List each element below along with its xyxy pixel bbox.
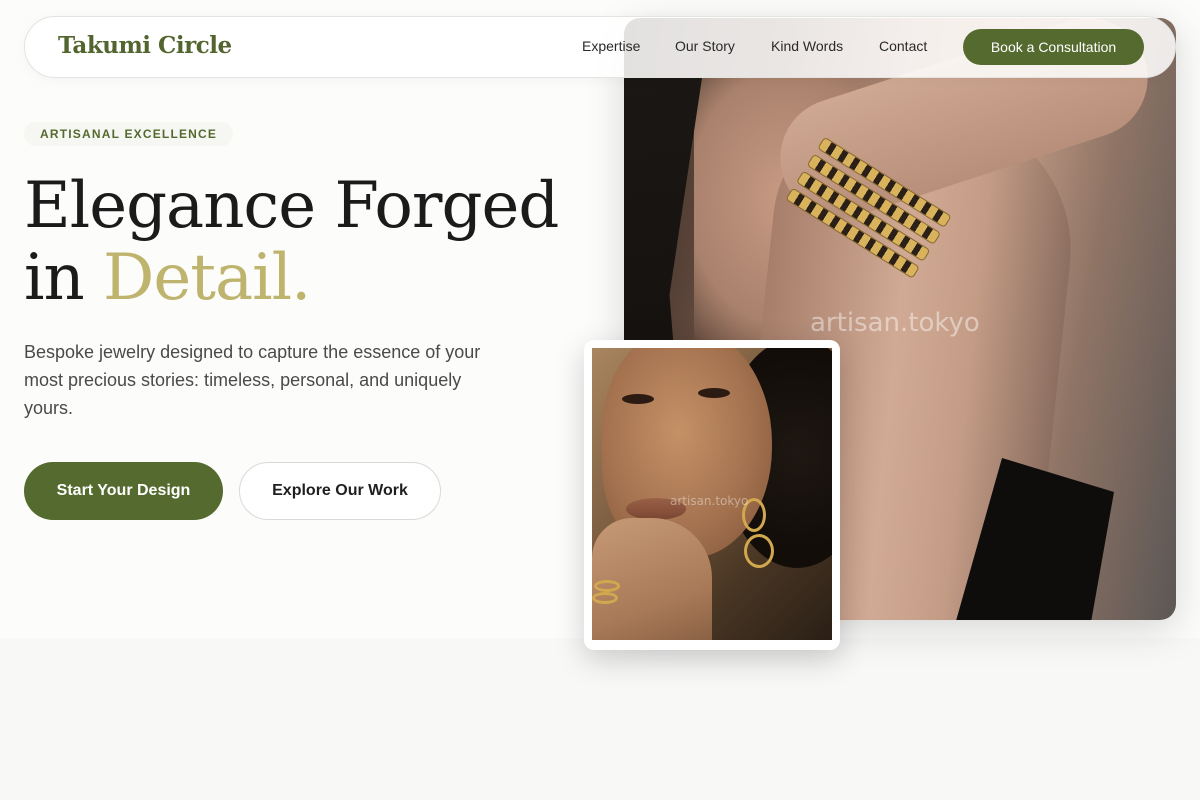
top-navbar: Takumi Circle Expertise Our Story Kind W… — [24, 16, 1176, 78]
nav-link-kind-words[interactable]: Kind Words — [771, 38, 843, 54]
finger-ring — [592, 592, 618, 604]
hero-headline: Elegance Forged in Detail. — [24, 170, 604, 314]
headline-line-1: Elegance Forged — [24, 169, 559, 243]
portrait-watermark: artisan.tokyo — [670, 494, 749, 508]
brand-logo[interactable]: Takumi Circle — [58, 32, 232, 59]
nav-link-contact[interactable]: Contact — [879, 38, 927, 54]
explore-work-button[interactable]: Explore Our Work — [239, 462, 441, 520]
headline-accent: Detail. — [103, 241, 311, 315]
portrait-eye — [622, 394, 654, 404]
portrait-photo: artisan.tokyo — [592, 348, 832, 640]
lower-section — [0, 638, 1200, 800]
portrait-eye — [698, 388, 730, 398]
portrait-card: artisan.tokyo — [584, 340, 840, 650]
nav-link-expertise[interactable]: Expertise — [582, 38, 640, 54]
finger-ring — [594, 580, 620, 592]
headline-line-2-prefix: in — [24, 241, 104, 315]
earring-bottom — [744, 534, 774, 568]
book-consultation-button[interactable]: Book a Consultation — [963, 29, 1144, 65]
main-photo-watermark: artisan.tokyo — [810, 308, 980, 338]
hero-eyebrow: ARTISANAL EXCELLENCE — [24, 122, 234, 146]
nav-link-our-story[interactable]: Our Story — [675, 38, 735, 54]
start-design-button[interactable]: Start Your Design — [24, 462, 223, 520]
portrait-hand — [592, 518, 712, 640]
hero-description: Bespoke jewelry designed to capture the … — [24, 342, 481, 418]
